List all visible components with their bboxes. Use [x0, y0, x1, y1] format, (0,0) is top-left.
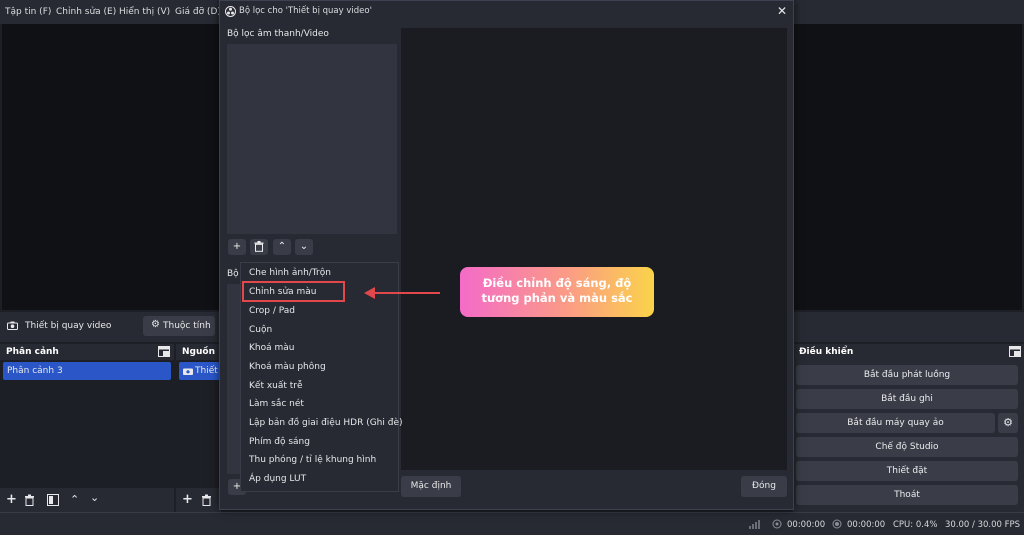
start-recording-button[interactable]: Bắt đầu ghi: [796, 389, 1018, 409]
fps-readout: 30.00 / 30.00 FPS: [945, 520, 1021, 530]
undock-icon[interactable]: [1009, 346, 1021, 357]
cpu-usage: CPU: 0.4%: [893, 520, 938, 530]
close-icon[interactable]: ✕: [777, 4, 787, 18]
start-streaming-button[interactable]: Bắt đầu phát luồng: [796, 365, 1018, 385]
gear-icon: ⚙: [151, 319, 160, 330]
scenes-header: Phân cảnh: [6, 347, 59, 357]
sources-header: Nguồn: [182, 347, 215, 357]
menu-item-scroll[interactable]: Cuộn: [249, 325, 272, 335]
menu-item-render-delay[interactable]: Kết xuất trễ: [249, 381, 303, 391]
camera-icon: [183, 367, 193, 375]
scene-list: Phân cảnh 3: [0, 360, 174, 488]
scenes-dock: Phân cảnh Phân cảnh 3 + ⌃ ⌄: [0, 344, 174, 512]
trash-icon: [254, 241, 264, 252]
properties-label: Thuộc tính: [163, 321, 211, 331]
status-bar: 00:00:00 00:00:00 CPU: 0.4% 30.00 / 30.0…: [0, 512, 1024, 535]
move-filter-down-button[interactable]: ⌄: [295, 239, 313, 255]
settings-button[interactable]: Thiết đặt: [796, 461, 1018, 481]
scene-item[interactable]: Phân cảnh 3: [3, 362, 171, 380]
filter-preview: [401, 28, 787, 470]
stream-time: 00:00:00: [787, 520, 826, 530]
selected-source-name: Thiết bị quay video: [25, 321, 112, 331]
menu-item-crop-pad[interactable]: Crop / Pad: [249, 306, 295, 316]
signal-bars-icon: [749, 519, 761, 529]
callout-line-1: Điều chỉnh độ sáng, độ: [482, 276, 632, 290]
menu-edit[interactable]: Chỉnh sửa (E): [56, 7, 116, 17]
pointer-arrow-icon: [364, 287, 440, 299]
menu-item-apply-lut[interactable]: Áp dụng LUT: [249, 474, 306, 484]
add-filter-button[interactable]: +: [228, 239, 246, 255]
move-filter-up-button[interactable]: ⌃: [273, 239, 291, 255]
stream-status-icon: [772, 519, 782, 529]
menu-item-color-key[interactable]: Khoá màu: [249, 343, 294, 353]
controls-header: Điều khiển: [799, 347, 854, 357]
chevron-up-icon: ⌃: [277, 241, 287, 252]
add-icon[interactable]: +: [6, 492, 17, 507]
sources-dock: Nguồn Thiết +: [176, 344, 221, 512]
callout-line-2: tương phản và màu sắc: [481, 291, 633, 305]
defaults-button[interactable]: Mặc định: [401, 476, 461, 497]
filter-panel-icon[interactable]: [47, 494, 59, 506]
undock-icon[interactable]: [158, 346, 170, 357]
chevron-down-icon: ⌄: [299, 241, 309, 252]
record-status-icon: [832, 519, 842, 529]
plus-icon: +: [232, 241, 242, 252]
exit-button[interactable]: Thoát: [796, 485, 1018, 505]
camera-icon: [7, 321, 18, 330]
scene-item-label: Phân cảnh 3: [7, 366, 63, 376]
properties-button[interactable]: ⚙ Thuộc tính: [143, 316, 215, 336]
menu-item-hdr-tone-mapping[interactable]: Lập bản đồ giai điệu HDR (Ghi đè): [249, 418, 403, 428]
menu-file[interactable]: Tập tin (F): [5, 7, 51, 17]
close-button[interactable]: Đóng: [741, 476, 787, 497]
dialog-title: Bộ lọc cho 'Thiết bị quay video': [239, 6, 372, 16]
studio-mode-button[interactable]: Chế độ Studio: [796, 437, 1018, 457]
app-logo-icon: [225, 6, 236, 17]
record-time: 00:00:00: [847, 520, 886, 530]
audio-video-filter-list[interactable]: [227, 44, 397, 234]
menu-item-sharpen[interactable]: Làm sắc nét: [249, 399, 304, 409]
trash-icon[interactable]: [24, 494, 36, 506]
trash-icon[interactable]: [201, 494, 212, 506]
effect-filters-label: Bộ: [227, 269, 239, 279]
menu-item-scaling-aspect-ratio[interactable]: Thu phóng / tỉ lệ khung hình: [249, 455, 376, 465]
menu-item-image-mask-blend[interactable]: Che hình ảnh/Trộn: [249, 268, 331, 278]
menu-view[interactable]: Hiển thị (V): [119, 7, 170, 17]
highlight-box: [242, 281, 345, 302]
menu-dock[interactable]: Giá đỡ (D): [175, 7, 221, 17]
source-item[interactable]: Thiết: [179, 362, 221, 380]
dialog-title-bar: Bộ lọc cho 'Thiết bị quay video' ✕: [220, 1, 793, 23]
remove-filter-button[interactable]: [250, 239, 268, 255]
move-down-icon[interactable]: ⌄: [90, 491, 99, 504]
start-virtual-camera-button[interactable]: Bắt đầu máy quay ảo: [796, 413, 995, 433]
audio-video-filters-label: Bộ lọc âm thanh/Video: [227, 29, 329, 39]
annotation-callout: Điều chỉnh độ sáng, độ tương phản và màu…: [460, 267, 654, 317]
source-item-label: Thiết: [195, 366, 218, 376]
virtual-camera-settings-gear-icon[interactable]: ⚙: [998, 413, 1018, 433]
menu-item-chroma-key[interactable]: Khoá màu phông: [249, 362, 326, 372]
add-icon[interactable]: +: [182, 492, 193, 507]
effect-filter-list[interactable]: [227, 284, 241, 474]
source-list: Thiết: [176, 360, 221, 488]
move-up-icon[interactable]: ⌃: [70, 493, 79, 506]
menu-item-luma-key[interactable]: Phím độ sáng: [249, 437, 310, 447]
